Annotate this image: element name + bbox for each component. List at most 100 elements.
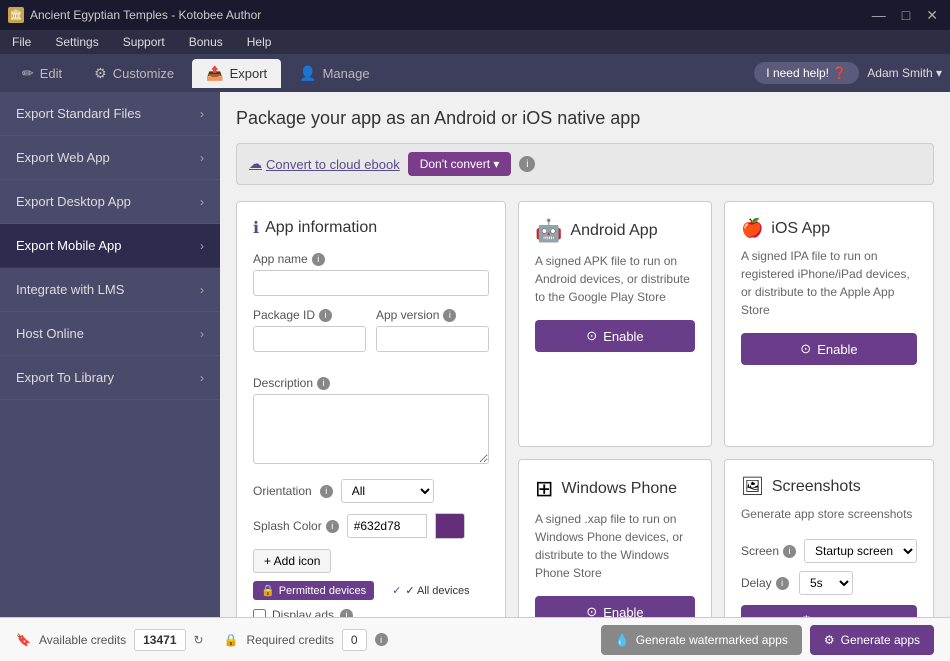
sidebar-label-host-online: Host Online bbox=[16, 326, 84, 341]
sidebar-item-integrate-lms[interactable]: Integrate with LMS › bbox=[0, 268, 220, 312]
enable-icon: ⊙ bbox=[586, 328, 597, 344]
ios-enable-button[interactable]: ⊙ Enable bbox=[741, 333, 917, 365]
ios-name: iOS App bbox=[771, 220, 830, 238]
menu-file[interactable]: File bbox=[8, 33, 35, 51]
windows-icon: ⊞ bbox=[535, 476, 553, 502]
help-button[interactable]: I need help! ❓ bbox=[754, 62, 859, 84]
gear-icon: ⚙ bbox=[801, 613, 813, 617]
main-content: Package your app as an Android or iOS na… bbox=[220, 92, 950, 617]
customize-icon: ⚙ bbox=[94, 65, 107, 82]
package-id-info-icon[interactable]: i bbox=[319, 309, 332, 322]
user-menu[interactable]: Adam Smith ▾ bbox=[867, 66, 942, 80]
export-icon: 📤 bbox=[206, 65, 223, 82]
watermark-button[interactable]: 💧 Generate watermarked apps bbox=[601, 625, 802, 655]
create-button[interactable]: ⚙ Create bbox=[741, 605, 917, 617]
orientation-select[interactable]: All Portrait Landscape bbox=[341, 479, 434, 503]
windows-enable-button[interactable]: ⊙ Enable bbox=[535, 596, 695, 617]
menu-settings[interactable]: Settings bbox=[51, 33, 102, 51]
chevron-icon: › bbox=[200, 327, 204, 341]
menu-bonus[interactable]: Bonus bbox=[185, 33, 227, 51]
sidebar-label-export-desktop: Export Desktop App bbox=[16, 194, 131, 209]
sidebar-item-export-library[interactable]: Export To Library › bbox=[0, 356, 220, 400]
sidebar: Export Standard Files › Export Web App ›… bbox=[0, 92, 220, 617]
chevron-icon: › bbox=[200, 107, 204, 121]
tab-customize[interactable]: ⚙ Customize bbox=[80, 59, 188, 88]
screen-info-icon[interactable]: i bbox=[783, 545, 796, 558]
panel-info-icon: ℹ bbox=[253, 218, 259, 238]
app-version-info-icon[interactable]: i bbox=[443, 309, 456, 322]
convert-info-icon[interactable]: i bbox=[519, 156, 535, 172]
screenshots-name: Screenshots bbox=[772, 478, 861, 496]
chevron-icon: › bbox=[200, 371, 204, 385]
sidebar-label-export-library: Export To Library bbox=[16, 370, 114, 385]
android-icon: 🤖 bbox=[535, 218, 562, 244]
available-credits-label: Available credits bbox=[39, 633, 126, 647]
sidebar-item-export-mobile[interactable]: Export Mobile App › bbox=[0, 224, 220, 268]
package-id-input[interactable] bbox=[253, 326, 366, 352]
app-name-info-icon[interactable]: i bbox=[312, 253, 325, 266]
delay-info-icon[interactable]: i bbox=[776, 577, 789, 590]
menu-help[interactable]: Help bbox=[243, 33, 276, 51]
android-panel: 🤖 Android App A signed APK file to run o… bbox=[518, 201, 712, 447]
app-grid: ℹ App information App name i Package ID … bbox=[236, 201, 934, 617]
display-ads-info-icon[interactable]: i bbox=[340, 609, 353, 618]
splash-color-label: Splash Color i bbox=[253, 519, 339, 533]
sidebar-label-export-standard: Export Standard Files bbox=[16, 106, 141, 121]
tab-edit-label: Edit bbox=[40, 66, 62, 81]
app-version-input[interactable] bbox=[376, 326, 489, 352]
cloud-icon: ☁ bbox=[249, 156, 262, 172]
android-enable-button[interactable]: ⊙ Enable bbox=[535, 320, 695, 352]
app-name-input[interactable] bbox=[253, 270, 489, 296]
splash-color-input[interactable] bbox=[347, 514, 427, 538]
app-version-label: App version bbox=[376, 308, 439, 322]
tab-export-label: Export bbox=[230, 66, 268, 81]
chevron-icon: › bbox=[200, 239, 204, 253]
menu-support[interactable]: Support bbox=[119, 33, 169, 51]
description-input[interactable] bbox=[253, 394, 489, 464]
panel-title-text: App information bbox=[265, 219, 377, 237]
title-bar: 🏛 Ancient Egyptian Temples - Kotobee Aut… bbox=[0, 0, 950, 30]
screenshots-desc: Generate app store screenshots bbox=[741, 505, 917, 525]
screen-select[interactable]: Startup screen Screen 2 Screen 3 bbox=[804, 539, 917, 563]
sidebar-item-export-desktop[interactable]: Export Desktop App › bbox=[0, 180, 220, 224]
sidebar-item-export-web[interactable]: Export Web App › bbox=[0, 136, 220, 180]
splash-info-icon[interactable]: i bbox=[326, 520, 339, 533]
check-icon: ✓ bbox=[392, 584, 401, 597]
close-btn[interactable]: ✕ bbox=[922, 7, 942, 24]
all-devices-badge[interactable]: ✓ ✓ All devices bbox=[384, 581, 477, 600]
screen-label: Screen i bbox=[741, 544, 796, 558]
display-ads-checkbox[interactable] bbox=[253, 609, 266, 618]
chevron-icon: › bbox=[200, 283, 204, 297]
delay-select[interactable]: 5s 3s 10s bbox=[799, 571, 853, 595]
required-info-icon[interactable]: i bbox=[375, 633, 388, 646]
user-name: Adam Smith ▾ bbox=[867, 66, 942, 80]
sidebar-item-export-standard[interactable]: Export Standard Files › bbox=[0, 92, 220, 136]
ios-panel: 🍎 iOS App A signed IPA file to run on re… bbox=[724, 201, 934, 447]
window-title: Ancient Egyptian Temples - Kotobee Autho… bbox=[30, 8, 261, 22]
tab-manage[interactable]: 👤 Manage bbox=[285, 59, 383, 88]
required-credits-label: Required credits bbox=[247, 633, 334, 647]
screenshots-icon: 🖼 bbox=[741, 476, 764, 497]
generate-button[interactable]: ⚙ Generate apps bbox=[810, 625, 934, 655]
minimize-btn[interactable]: — bbox=[868, 7, 890, 24]
sidebar-label-export-mobile: Export Mobile App bbox=[16, 238, 122, 253]
tab-export[interactable]: 📤 Export bbox=[192, 59, 281, 88]
tab-customize-label: Customize bbox=[113, 66, 174, 81]
dont-convert-button[interactable]: Don't convert ▾ bbox=[408, 152, 512, 176]
permitted-devices-badge[interactable]: 🔒 Permitted devices bbox=[253, 581, 374, 600]
tab-bar: ✏ Edit ⚙ Customize 📤 Export 👤 Manage I n… bbox=[0, 54, 950, 92]
orientation-info-icon[interactable]: i bbox=[320, 485, 333, 498]
ios-desc: A signed IPA file to run on registered i… bbox=[741, 247, 917, 319]
windows-desc: A signed .xap file to run on Windows Pho… bbox=[535, 510, 695, 582]
maximize-btn[interactable]: □ bbox=[898, 7, 914, 24]
add-icon-button[interactable]: + Add icon bbox=[253, 549, 331, 573]
splash-color-swatch[interactable] bbox=[435, 513, 465, 539]
package-id-label: Package ID bbox=[253, 308, 315, 322]
sidebar-item-host-online[interactable]: Host Online › bbox=[0, 312, 220, 356]
required-credits-value: 0 bbox=[342, 629, 367, 651]
convert-link[interactable]: ☁ Convert to cloud ebook bbox=[249, 156, 400, 172]
description-info-icon[interactable]: i bbox=[317, 377, 330, 390]
gear-icon: ⚙ bbox=[824, 633, 835, 647]
refresh-icon[interactable]: ↻ bbox=[194, 633, 204, 647]
tab-edit[interactable]: ✏ Edit bbox=[8, 59, 76, 88]
